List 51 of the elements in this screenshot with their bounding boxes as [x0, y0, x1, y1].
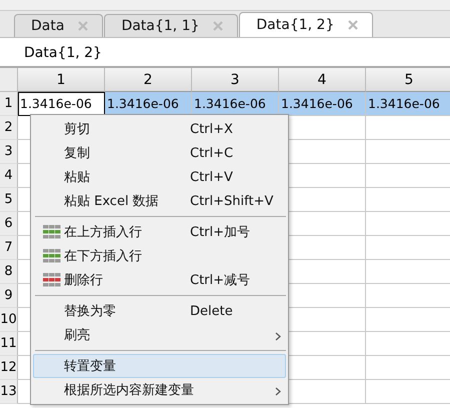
tab[interactable]: Data [14, 14, 104, 37]
menu-item[interactable]: 转置变量 [33, 354, 286, 378]
shortcut-label: Ctrl+减号 [190, 272, 250, 289]
row-header[interactable]: 13 [0, 380, 18, 404]
column-header[interactable]: 2 [105, 68, 192, 92]
shortcut-label: Ctrl+C [190, 146, 234, 160]
table-cell[interactable]: 1.3416e-06 [192, 92, 279, 116]
menu-item[interactable]: 在下方插入行 [33, 244, 286, 268]
menu-item[interactable]: 刷亮 [33, 323, 286, 347]
column-header[interactable]: 3 [192, 68, 279, 92]
menu-item[interactable]: 粘贴 Ctrl+V [33, 165, 286, 189]
row-header[interactable]: 6 [0, 212, 18, 236]
row-header[interactable]: 5 [0, 188, 18, 212]
column-header[interactable]: 4 [279, 68, 366, 92]
row-header[interactable]: 7 [0, 236, 18, 260]
row-header[interactable]: 1 [0, 92, 18, 116]
menu-item[interactable]: 根据所选内容新建变量 [33, 378, 286, 402]
column-header[interactable]: 5 [366, 68, 450, 92]
row-header[interactable]: 3 [0, 140, 18, 164]
table-cell[interactable]: 1.3416e-06 [366, 92, 450, 116]
tab[interactable]: Data{1, 1} [104, 14, 238, 37]
row-header[interactable]: 12 [0, 356, 18, 380]
table-cell[interactable]: 1.3416e-06 [105, 92, 192, 116]
row-header[interactable]: 10 [0, 308, 18, 332]
row-header[interactable]: 9 [0, 284, 18, 308]
row-header[interactable]: 11 [0, 332, 18, 356]
close-icon[interactable] [78, 21, 88, 31]
shortcut-label: Ctrl+Shift+V [190, 194, 274, 208]
shortcut-label: Delete [190, 304, 233, 318]
menu-item[interactable]: 在上方插入行 Ctrl+加号 [33, 220, 286, 244]
menu-item[interactable]: 粘贴 Excel 数据 Ctrl+Shift+V [33, 189, 286, 213]
table-cell[interactable]: 1.3416e-06 [18, 92, 105, 116]
menu-item[interactable]: 删除行 Ctrl+减号 [33, 268, 286, 292]
tab[interactable]: Data{1, 2} [239, 12, 374, 37]
shortcut-label: Ctrl+V [190, 170, 233, 184]
table-rows-icon [43, 225, 61, 239]
row-header[interactable]: 4 [0, 164, 18, 188]
shortcut-label: Ctrl+加号 [190, 224, 250, 241]
table-rows-icon [43, 273, 61, 287]
menu-item[interactable]: 复制 Ctrl+C [33, 141, 286, 165]
table-rows-icon [43, 249, 61, 263]
menu-item[interactable]: 替换为零 Delete [33, 299, 286, 323]
row-header[interactable]: 2 [0, 116, 18, 140]
row-header[interactable]: 8 [0, 260, 18, 284]
column-header[interactable]: 1 [18, 68, 105, 92]
corner-header[interactable] [0, 68, 18, 92]
shortcut-label: Ctrl+X [190, 122, 233, 136]
table-cell[interactable]: 1.3416e-06 [279, 92, 366, 116]
close-icon[interactable] [213, 21, 224, 31]
menu-item[interactable]: 剪切 Ctrl+X [33, 117, 286, 141]
close-icon[interactable] [348, 20, 358, 30]
